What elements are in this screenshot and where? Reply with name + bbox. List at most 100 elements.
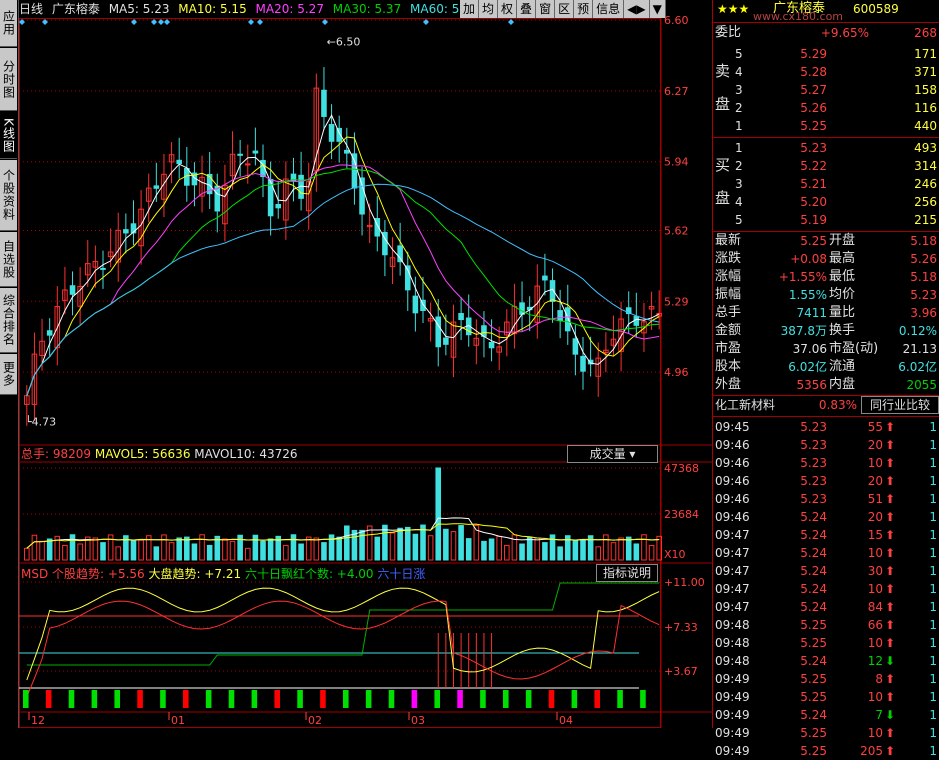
- msd-signal-block: [640, 690, 646, 708]
- tick-count: 1: [929, 420, 937, 434]
- tab-6[interactable]: 更多: [0, 354, 17, 395]
- ask-volume: 116: [914, 101, 937, 115]
- tick-time: 09:49: [715, 672, 750, 686]
- volume-bar: [572, 539, 579, 561]
- volume-bar: [603, 534, 609, 561]
- tick-time: 09:45: [715, 420, 750, 434]
- bid-level: 1: [735, 141, 743, 155]
- volume-bar: [206, 544, 213, 561]
- tick-time: 09:46: [715, 456, 750, 470]
- candle-body: [580, 355, 586, 372]
- price-tick: 5.94: [664, 156, 689, 169]
- volume-bar: [191, 543, 198, 561]
- volume-bar: [39, 540, 45, 561]
- msd-signal-block: [183, 690, 189, 708]
- bid-price: 5.20: [800, 195, 827, 209]
- ask-volume: 371: [914, 65, 937, 79]
- tick-volume: 10: [867, 690, 883, 704]
- volume-bar: [488, 538, 495, 561]
- tick-count: 1: [929, 528, 937, 542]
- trade-tick-row: 09:49 5.25 8 ⬆ 1: [713, 670, 939, 688]
- arrow-up-icon: ⬆: [885, 456, 896, 470]
- msd-signal-block: [251, 690, 258, 708]
- volume-dropdown-label: 成交量: [589, 447, 626, 461]
- arrow-up-icon: ⬆: [885, 600, 896, 614]
- trade-tick-row: 09:46 5.24 20 ⬆ 1: [713, 508, 939, 526]
- mavol-line: [26, 517, 660, 549]
- stat-label: 股本: [715, 359, 742, 374]
- tick-count: 1: [929, 690, 937, 704]
- ask-row: 5 5.29 171: [713, 45, 939, 63]
- industry-compare-button[interactable]: 同行业比较: [861, 396, 939, 414]
- tick-price: 5.23: [800, 438, 827, 452]
- ask-volume: 158: [914, 83, 937, 97]
- tab-1[interactable]: 分时图: [0, 48, 17, 111]
- candle-body: [214, 185, 221, 212]
- tick-volume: 10: [867, 582, 883, 596]
- volume-bar: [290, 534, 297, 561]
- volume-bar: [389, 532, 396, 561]
- weibi-row: 委比 +9.65% 268: [713, 24, 939, 42]
- volume-bar: [244, 547, 251, 561]
- ask-volume: 440: [914, 119, 937, 133]
- candle-body: [321, 89, 327, 117]
- tab-0[interactable]: 应用: [0, 0, 17, 47]
- star-rating-icon: ★★★: [717, 2, 750, 16]
- tab-5[interactable]: 综合排名: [0, 288, 17, 353]
- tick-price: 5.24: [800, 708, 827, 722]
- tick-count: 1: [929, 546, 937, 560]
- ask-row: 3 5.27 158: [713, 81, 939, 99]
- candle-body: [557, 310, 563, 322]
- ask-price: 5.27: [800, 83, 827, 97]
- tick-price: 5.25: [800, 690, 827, 704]
- tick-price: 5.24: [800, 600, 827, 614]
- arrow-up-icon: ⬆: [885, 636, 896, 650]
- ma10-line: [26, 136, 660, 396]
- tab-2[interactable]: K线图: [0, 112, 17, 159]
- bid-volume: 215: [914, 213, 937, 227]
- tick-price: 5.23: [800, 492, 827, 506]
- bid-row: 3 5.21 246: [713, 175, 939, 193]
- stat-value: +0.08: [790, 252, 827, 266]
- msd-signal-block: [23, 690, 29, 708]
- tick-volume: 20: [867, 474, 883, 488]
- tick-price: 5.25: [800, 726, 827, 740]
- candle-body: [564, 307, 571, 332]
- volume-bar: [168, 542, 175, 561]
- stat-value: 0.12%: [898, 324, 937, 338]
- msd-signal-block: [91, 690, 98, 708]
- tab-4[interactable]: 自选股: [0, 232, 17, 287]
- tab-3[interactable]: 个股资料: [0, 160, 17, 231]
- volume-bar: [427, 535, 434, 561]
- arrow-up-icon: ⬆: [885, 672, 896, 686]
- tick-price: 5.24: [800, 510, 827, 524]
- tick-count: 1: [929, 492, 937, 506]
- price-tick: 6.27: [664, 85, 689, 98]
- bid-price: 5.19: [800, 213, 827, 227]
- volume-bar: [610, 542, 617, 561]
- tick-price: 5.24: [800, 582, 827, 596]
- stat-value: 3.96: [910, 306, 937, 320]
- msd-signal-block: [114, 690, 120, 708]
- volume-bar: [648, 544, 655, 561]
- stat-value: 5.18: [910, 270, 937, 284]
- tick-time: 09:48: [715, 654, 750, 668]
- volume-bar: [595, 546, 602, 561]
- trade-tick-row: 09:49 5.25 10 ⬆ 1: [713, 688, 939, 706]
- tick-time: 09:49: [715, 726, 750, 740]
- tick-time: 09:49: [715, 690, 750, 704]
- msd-tick: +3.67: [664, 665, 698, 678]
- tick-count: 1: [929, 636, 937, 650]
- tick-count: 1: [929, 726, 937, 740]
- tick-volume: 84: [867, 600, 883, 614]
- candle-body: [252, 150, 259, 154]
- indicator-help-button[interactable]: 指标说明: [596, 564, 658, 582]
- volume-bar: [557, 546, 563, 561]
- volume-indicator-dropdown[interactable]: 成交量 ▾: [567, 445, 658, 463]
- volume-bar: [504, 544, 510, 561]
- industry-name[interactable]: 化工新材料: [715, 396, 775, 414]
- arrow-up-icon: ⬆: [885, 438, 896, 452]
- info-marker-icon: [248, 19, 254, 25]
- kline-chart[interactable]: 6.60 6.27 5.94 5.62 5.29 4.96 ←6.50 └4.73 47368 2…: [19, 0, 712, 728]
- tick-volume: 30: [867, 564, 883, 578]
